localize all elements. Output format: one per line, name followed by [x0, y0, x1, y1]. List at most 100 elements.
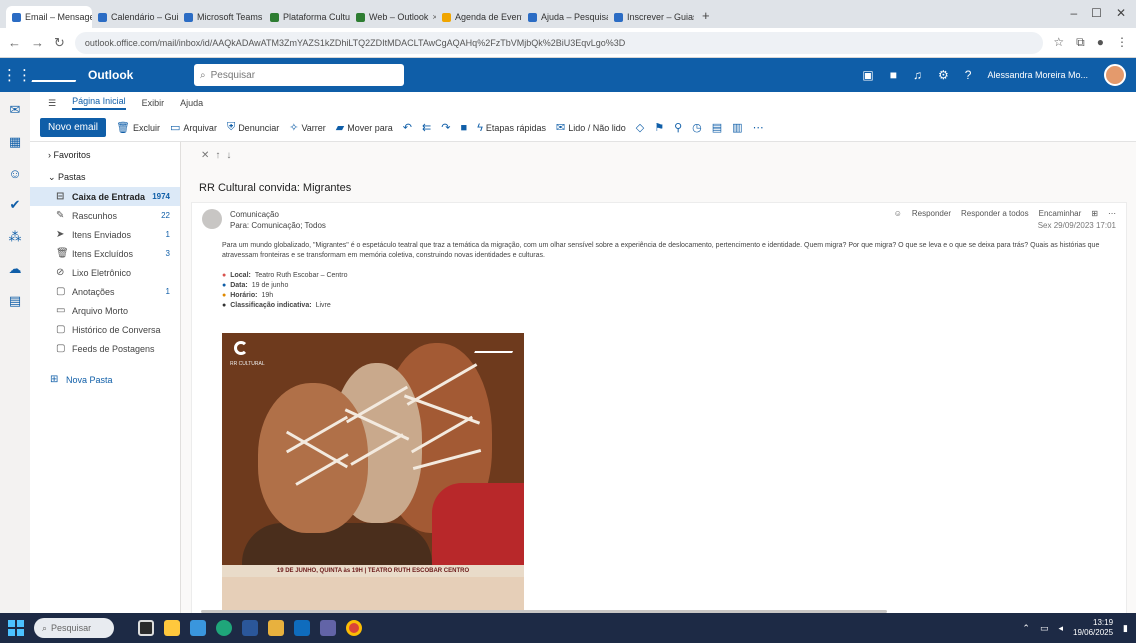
browser-tab[interactable]: Ajuda – Pesquisa×	[522, 6, 608, 28]
forward-button[interactable]: Encaminhar	[1039, 209, 1082, 218]
folder-item-inbox[interactable]: ⊟ Caixa de Entrada 1974	[30, 187, 180, 206]
categorize-icon[interactable]: ◇	[636, 121, 644, 134]
folder-item-drafts[interactable]: ✎ Rascunhos 22	[30, 206, 180, 225]
folder-item-notes[interactable]: ▢ Anotações 1	[30, 282, 180, 301]
clock[interactable]: 13:19 19/06/2025	[1073, 618, 1113, 638]
new-folder-link[interactable]: ⊞ Nova Pasta	[30, 370, 180, 389]
snooze-icon[interactable]: ◷	[692, 121, 702, 134]
task-view-icon[interactable]	[138, 620, 154, 636]
reply-all-button[interactable]: Responder a todos	[961, 209, 1029, 218]
user-name[interactable]: Alessandra Moreira Mo...	[987, 70, 1088, 80]
browser-tab[interactable]: Microsoft Teams×	[178, 6, 264, 28]
folder-icon[interactable]	[268, 620, 284, 636]
edge-icon[interactable]	[216, 620, 232, 636]
reload-icon[interactable]: ↻	[54, 35, 65, 51]
explorer-icon[interactable]	[164, 620, 180, 636]
avatar[interactable]	[1104, 64, 1126, 86]
reply-icon[interactable]: ↶	[403, 121, 412, 134]
folders-header[interactable]: ⌄ Pastas	[30, 164, 180, 187]
apps-icon[interactable]: ▤	[9, 293, 21, 309]
notifications-icon[interactable]: ♫	[913, 68, 922, 82]
tab-view[interactable]: Exibir	[142, 98, 165, 108]
meet-icon[interactable]: ▣	[862, 68, 873, 82]
groups-icon[interactable]: ⁂	[9, 229, 22, 245]
reply-all-icon[interactable]: ⇇	[422, 121, 431, 134]
read-unread-button[interactable]: ✉ Lido / Não lido	[556, 121, 626, 134]
chevron-up-icon[interactable]: ⌃	[1022, 623, 1030, 634]
todo-icon[interactable]: ✔	[10, 197, 21, 213]
app-launcher-icon[interactable]: ⋮⋮	[0, 66, 34, 84]
browser-tab[interactable]: Email – Mensagem de...×	[6, 6, 92, 28]
browser-tab[interactable]: Web – Outlook ×	[350, 6, 436, 28]
folder-item-deleted[interactable]: 🗑 Itens Excluídos 3	[30, 244, 180, 263]
flag-icon[interactable]: ⚑	[654, 121, 664, 134]
tab-help[interactable]: Ajuda	[180, 98, 203, 108]
onedrive-icon[interactable]: ☁	[9, 261, 22, 277]
network-icon[interactable]: ▭	[1040, 623, 1049, 634]
teams-share-icon[interactable]: ■	[460, 122, 467, 134]
pin-icon[interactable]: ⚲	[674, 121, 682, 134]
folder-item-archive[interactable]: ▭ Arquivo Morto	[30, 301, 180, 320]
folder-item-sent[interactable]: ➤ Itens Enviados 1	[30, 225, 180, 244]
outlook-icon[interactable]	[294, 620, 310, 636]
bookmark-icon[interactable]: ☆	[1053, 35, 1064, 50]
next-icon[interactable]: ↓	[226, 150, 231, 161]
move-button[interactable]: ▰ Mover para	[336, 121, 393, 134]
close-message-icon[interactable]: ✕	[201, 150, 209, 161]
policy-icon[interactable]: ▤	[712, 121, 722, 134]
notification-icon[interactable]: ▮	[1123, 623, 1128, 634]
forward-icon[interactable]: ↷	[441, 121, 450, 134]
sender-avatar[interactable]	[202, 209, 222, 229]
teams-icon[interactable]: ■	[890, 68, 897, 82]
sender-name[interactable]: Comunicação	[230, 209, 326, 220]
browser-tab[interactable]: Calendário – Guia...×	[92, 6, 178, 28]
more-icon[interactable]: ⋯	[753, 121, 764, 134]
search-input[interactable]: ⌕ Pesquisar	[194, 64, 404, 86]
extensions-icon[interactable]: ⧉	[1076, 35, 1085, 50]
collapse-nav-icon[interactable]: ☰	[48, 98, 56, 109]
mail-icon[interactable]: ✉	[10, 102, 21, 118]
reply-button[interactable]: Responder	[912, 209, 951, 218]
close-window-icon[interactable]: ✕	[1116, 6, 1126, 20]
quick-steps-button[interactable]: ϟ Etapas rápidas	[477, 122, 546, 134]
browser-tab[interactable]: Plataforma Cultural×	[264, 6, 350, 28]
search-placeholder: Pesquisar	[210, 69, 256, 81]
word-icon[interactable]	[242, 620, 258, 636]
emoji-icon[interactable]: ☺	[894, 209, 902, 218]
new-mail-button[interactable]: Novo email	[40, 118, 107, 137]
volume-icon[interactable]: ◂	[1058, 623, 1063, 634]
chrome-icon[interactable]	[346, 620, 362, 636]
profile-icon[interactable]: ●	[1097, 35, 1104, 50]
folder-item-junk[interactable]: ⊘ Lixo Eletrônico	[30, 263, 180, 282]
app-brand[interactable]: Outlook	[31, 68, 184, 82]
people-icon[interactable]: ☺	[8, 166, 21, 181]
back-icon[interactable]: ←	[8, 35, 21, 50]
sweep-button[interactable]: ✧ Varrer	[289, 121, 326, 134]
minimize-icon[interactable]: –	[1070, 6, 1077, 20]
forward-icon[interactable]: →	[31, 35, 44, 50]
taskbar-search[interactable]: ⌕ Pesquisar	[34, 618, 114, 638]
calendar-icon[interactable]: ▦	[9, 134, 21, 150]
browser-tab[interactable]: Inscrever – Guias×	[608, 6, 694, 28]
teams-icon[interactable]	[320, 620, 336, 636]
start-icon[interactable]	[8, 620, 24, 636]
new-tab-icon[interactable]: +	[694, 8, 718, 28]
maximize-icon[interactable]: ☐	[1091, 6, 1102, 20]
browser-tab[interactable]: Agenda de Eventos×	[436, 6, 522, 28]
report-button[interactable]: ⛨ Denunciar	[227, 121, 279, 134]
more-actions-icon[interactable]: ⋯	[1108, 209, 1116, 218]
apps-icon[interactable]: ⊞	[1091, 209, 1098, 218]
previous-icon[interactable]: ↑	[215, 150, 220, 161]
favorites-header[interactable]: › Favoritos	[30, 142, 180, 164]
address-bar[interactable]: outlook.office.com/mail/inbox/id/AAQkADA…	[74, 31, 1044, 54]
settings-icon[interactable]: ⚙	[938, 68, 949, 82]
help-icon[interactable]: ?	[965, 68, 972, 82]
print-icon[interactable]: ▥	[732, 121, 742, 134]
delete-button[interactable]: 🗑 Excluir	[116, 121, 160, 134]
tab-home[interactable]: Página Inicial	[72, 96, 126, 110]
folder-item-history[interactable]: ▢ Histórico de Conversa	[30, 320, 180, 339]
archive-button[interactable]: ▭ Arquivar	[170, 121, 217, 134]
menu-icon[interactable]: ⋮	[1116, 35, 1128, 50]
folder-item-feeds[interactable]: ▢ Feeds de Postagens	[30, 339, 180, 358]
store-icon[interactable]	[190, 620, 206, 636]
